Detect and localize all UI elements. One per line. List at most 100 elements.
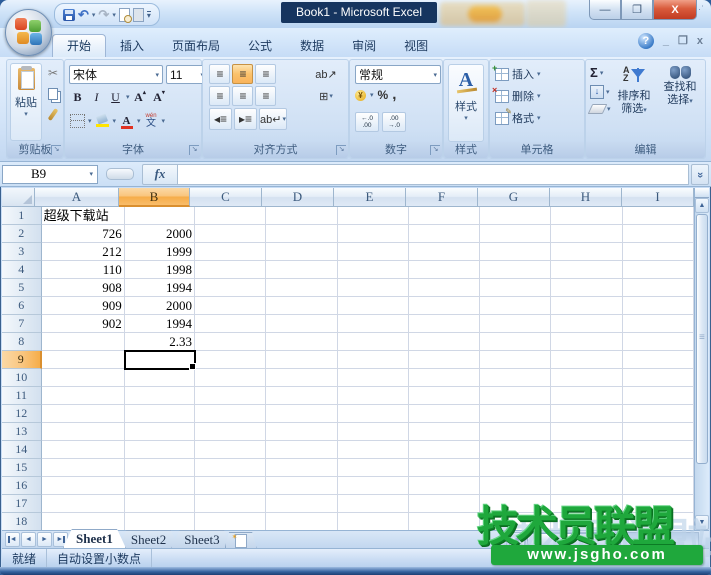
next-sheet-button[interactable]: ► xyxy=(37,532,52,547)
undo-icon[interactable]: ↶ xyxy=(78,8,89,21)
cell-H1[interactable] xyxy=(551,207,622,225)
orientation-button[interactable]: ab↗ xyxy=(313,64,339,84)
font-dialog-launcher[interactable]: ↘ xyxy=(189,145,199,155)
cell-I6[interactable] xyxy=(623,297,694,315)
workbook-restore-button[interactable]: ❐ xyxy=(678,36,688,46)
save-icon[interactable] xyxy=(63,9,75,21)
cell-I8[interactable] xyxy=(623,333,694,351)
cell-A4[interactable]: 110 xyxy=(42,261,125,279)
shrink-font-button[interactable]: A▾ xyxy=(151,88,168,106)
align-center-button[interactable]: ≡ xyxy=(232,86,253,106)
fill-color-dropdown-icon[interactable]: ▾ xyxy=(113,117,117,125)
tab-home[interactable]: 开始 xyxy=(52,34,106,57)
cell-E7[interactable] xyxy=(338,315,409,333)
format-painter-button[interactable] xyxy=(44,106,62,123)
fill-color-button[interactable] xyxy=(94,112,111,130)
column-header-D[interactable]: D xyxy=(262,188,334,207)
phonetic-dropdown-icon[interactable]: ▾ xyxy=(162,117,166,125)
maximize-button[interactable]: ❐ xyxy=(621,0,653,20)
align-bottom-button[interactable]: ≡ xyxy=(255,64,276,84)
cell-F14[interactable] xyxy=(409,441,480,459)
name-box[interactable]: B9 ▾ xyxy=(2,165,98,184)
row-header-4[interactable]: 4 xyxy=(2,261,42,279)
cell-H2[interactable] xyxy=(551,225,622,243)
sheet-tab-sheet2[interactable]: Sheet2 xyxy=(118,530,179,548)
cell-C9[interactable] xyxy=(195,351,266,369)
cell-B6[interactable]: 2000 xyxy=(125,297,195,315)
row-header-5[interactable]: 5 xyxy=(2,279,42,297)
vertical-scrollbar[interactable]: ▲ ▼ xyxy=(694,188,709,530)
cell-B13[interactable] xyxy=(125,423,195,441)
cell-B15[interactable] xyxy=(125,459,195,477)
phonetic-button[interactable]: wén 文 xyxy=(143,112,160,130)
cell-F13[interactable] xyxy=(409,423,480,441)
cell-I13[interactable] xyxy=(623,423,694,441)
bold-button[interactable]: B xyxy=(69,88,86,106)
cell-E4[interactable] xyxy=(338,261,409,279)
cell-F9[interactable] xyxy=(409,351,480,369)
cell-E3[interactable] xyxy=(338,243,409,261)
cell-A9[interactable] xyxy=(42,351,125,369)
cell-E15[interactable] xyxy=(338,459,409,477)
cell-H11[interactable] xyxy=(551,387,622,405)
cell-C5[interactable] xyxy=(195,279,266,297)
cell-G6[interactable] xyxy=(480,297,551,315)
cell-G12[interactable] xyxy=(480,405,551,423)
workbook-close-button[interactable]: x xyxy=(697,36,703,46)
cell-C2[interactable] xyxy=(195,225,266,243)
cell-I15[interactable] xyxy=(623,459,694,477)
cell-F1[interactable] xyxy=(409,207,480,225)
cell-A10[interactable] xyxy=(42,369,125,387)
cell-I11[interactable] xyxy=(623,387,694,405)
cell-H8[interactable] xyxy=(551,333,622,351)
select-all-button[interactable] xyxy=(2,188,35,207)
row-header-10[interactable]: 10 xyxy=(2,369,42,387)
formula-input[interactable] xyxy=(178,164,689,185)
cell-I9[interactable] xyxy=(623,351,694,369)
cell-I2[interactable] xyxy=(623,225,694,243)
cell-I4[interactable] xyxy=(623,261,694,279)
cell-G5[interactable] xyxy=(480,279,551,297)
prev-sheet-button[interactable]: ◄ xyxy=(21,532,36,547)
cell-B17[interactable] xyxy=(125,495,195,513)
row-header-15[interactable]: 15 xyxy=(2,459,42,477)
percent-style-button[interactable]: % xyxy=(378,88,389,102)
cell-B7[interactable]: 1994 xyxy=(125,315,195,333)
cell-C12[interactable] xyxy=(195,405,266,423)
cell-D2[interactable] xyxy=(266,225,337,243)
cell-D13[interactable] xyxy=(266,423,337,441)
cell-styles-button[interactable]: A 样式 ▾ xyxy=(448,64,484,142)
clipboard-dialog-launcher[interactable]: ↘ xyxy=(51,145,61,155)
cell-F17[interactable] xyxy=(409,495,480,513)
cell-F3[interactable] xyxy=(409,243,480,261)
cell-A2[interactable]: 726 xyxy=(42,225,125,243)
row-header-13[interactable]: 13 xyxy=(2,423,42,441)
cell-A3[interactable]: 212 xyxy=(42,243,125,261)
column-header-H[interactable]: H xyxy=(550,188,622,207)
align-middle-button[interactable]: ≡ xyxy=(232,64,253,84)
decrease-decimal-button[interactable]: .00→.0 xyxy=(382,112,406,132)
cell-C1[interactable] xyxy=(195,207,266,225)
autosum-button[interactable]: Σ ▾ xyxy=(590,65,611,80)
cell-A1[interactable]: 超级下载站 xyxy=(42,207,125,225)
cell-B16[interactable] xyxy=(125,477,195,495)
cell-C16[interactable] xyxy=(195,477,266,495)
format-cells-button[interactable]: 格式 ▾ xyxy=(495,110,541,126)
help-icon[interactable]: ? xyxy=(638,33,654,49)
increase-indent-button[interactable]: ▸≡ xyxy=(234,108,257,130)
cell-F4[interactable] xyxy=(409,261,480,279)
cell-A5[interactable]: 908 xyxy=(42,279,125,297)
row-header-3[interactable]: 3 xyxy=(2,243,42,261)
cell-B2[interactable]: 2000 xyxy=(125,225,195,243)
cell-E14[interactable] xyxy=(338,441,409,459)
insert-worksheet-button[interactable] xyxy=(225,532,257,548)
cell-B3[interactable]: 1999 xyxy=(125,243,195,261)
tab-view[interactable]: 视图 xyxy=(390,35,442,57)
scroll-up-button[interactable]: ▲ xyxy=(695,198,709,213)
expand-formula-bar-button[interactable]: » xyxy=(691,164,709,185)
cell-A15[interactable] xyxy=(42,459,125,477)
cell-D16[interactable] xyxy=(266,477,337,495)
clear-button[interactable]: ▾ xyxy=(590,104,611,114)
row-header-18[interactable]: 18 xyxy=(2,513,42,530)
cell-E8[interactable] xyxy=(338,333,409,351)
